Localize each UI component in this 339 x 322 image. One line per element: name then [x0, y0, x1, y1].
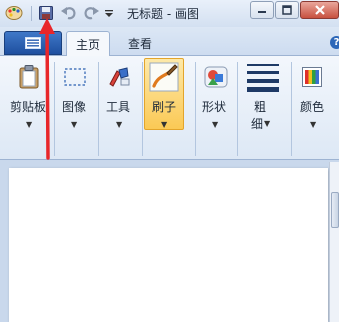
drawing-canvas[interactable]	[9, 168, 328, 322]
brush-icon	[148, 62, 180, 92]
scrollbar-thumb[interactable]	[331, 192, 339, 228]
colors-dropdown-icon: ▼	[310, 120, 317, 129]
paint-menu-button[interactable]	[4, 31, 62, 55]
help-icon[interactable]: ?	[330, 36, 339, 49]
shapes-label: 形状	[202, 100, 227, 114]
image-group[interactable]: 图像 ▼	[55, 60, 97, 156]
maximize-button[interactable]	[275, 1, 299, 19]
tools-label: 工具	[106, 100, 131, 114]
save-icon[interactable]	[37, 4, 55, 22]
close-icon	[314, 5, 325, 15]
menu-icon	[25, 37, 41, 49]
window-title: 无标题 - 画图	[127, 7, 199, 21]
paint-app-icon[interactable]	[5, 4, 23, 22]
shapes-group[interactable]: 形状 ▼	[196, 60, 236, 156]
colors-label: 颜色	[300, 100, 325, 114]
undo-icon[interactable]	[60, 4, 78, 22]
size-dropdown-icon: ▼	[264, 119, 271, 128]
tab-home[interactable]: 主页	[66, 31, 110, 57]
toolbar-separator	[31, 6, 32, 21]
redo-icon[interactable]	[82, 4, 100, 22]
tools-icon	[103, 62, 135, 92]
minimize-button[interactable]	[250, 1, 274, 19]
color-palette-icon	[296, 62, 328, 92]
tools-group[interactable]: 工具 ▼	[99, 60, 141, 156]
colors-group[interactable]: 颜色 ▼	[292, 60, 332, 156]
clipboard-dropdown-icon: ▼	[26, 120, 33, 129]
select-image-icon	[59, 62, 91, 92]
brushes-dropdown-icon: ▼	[161, 120, 168, 129]
clipboard-label: 剪贴板	[10, 100, 47, 114]
group-separator	[142, 62, 143, 156]
shapes-icon	[200, 62, 232, 92]
clipboard-group[interactable]: 剪贴板 ▼	[0, 60, 53, 156]
close-button[interactable]	[300, 1, 339, 19]
ribbon-tab-bar: 主页 查看 ?	[0, 27, 339, 57]
size-label-thick: 粗	[254, 100, 267, 114]
brushes-group: 刷子 ▼	[144, 60, 184, 156]
tools-dropdown-icon: ▼	[116, 120, 123, 129]
customize-dropdown-icon[interactable]	[103, 4, 115, 22]
drawing-workspace	[0, 160, 339, 322]
size-group[interactable]: 粗 细 ▼	[238, 60, 286, 156]
minimize-icon	[258, 11, 266, 13]
vertical-scrollbar[interactable]	[329, 162, 339, 322]
shapes-dropdown-icon: ▼	[212, 120, 219, 129]
image-dropdown-icon: ▼	[71, 120, 78, 129]
image-label: 图像	[62, 100, 87, 114]
tab-view[interactable]: 查看	[118, 31, 162, 57]
maximize-icon	[282, 5, 292, 15]
line-size-icon	[246, 62, 280, 92]
clipboard-icon	[13, 62, 45, 92]
size-label-thin: 细	[251, 117, 264, 131]
title-bar: 无标题 - 画图	[0, 0, 339, 27]
brushes-label: 刷子	[152, 100, 177, 114]
